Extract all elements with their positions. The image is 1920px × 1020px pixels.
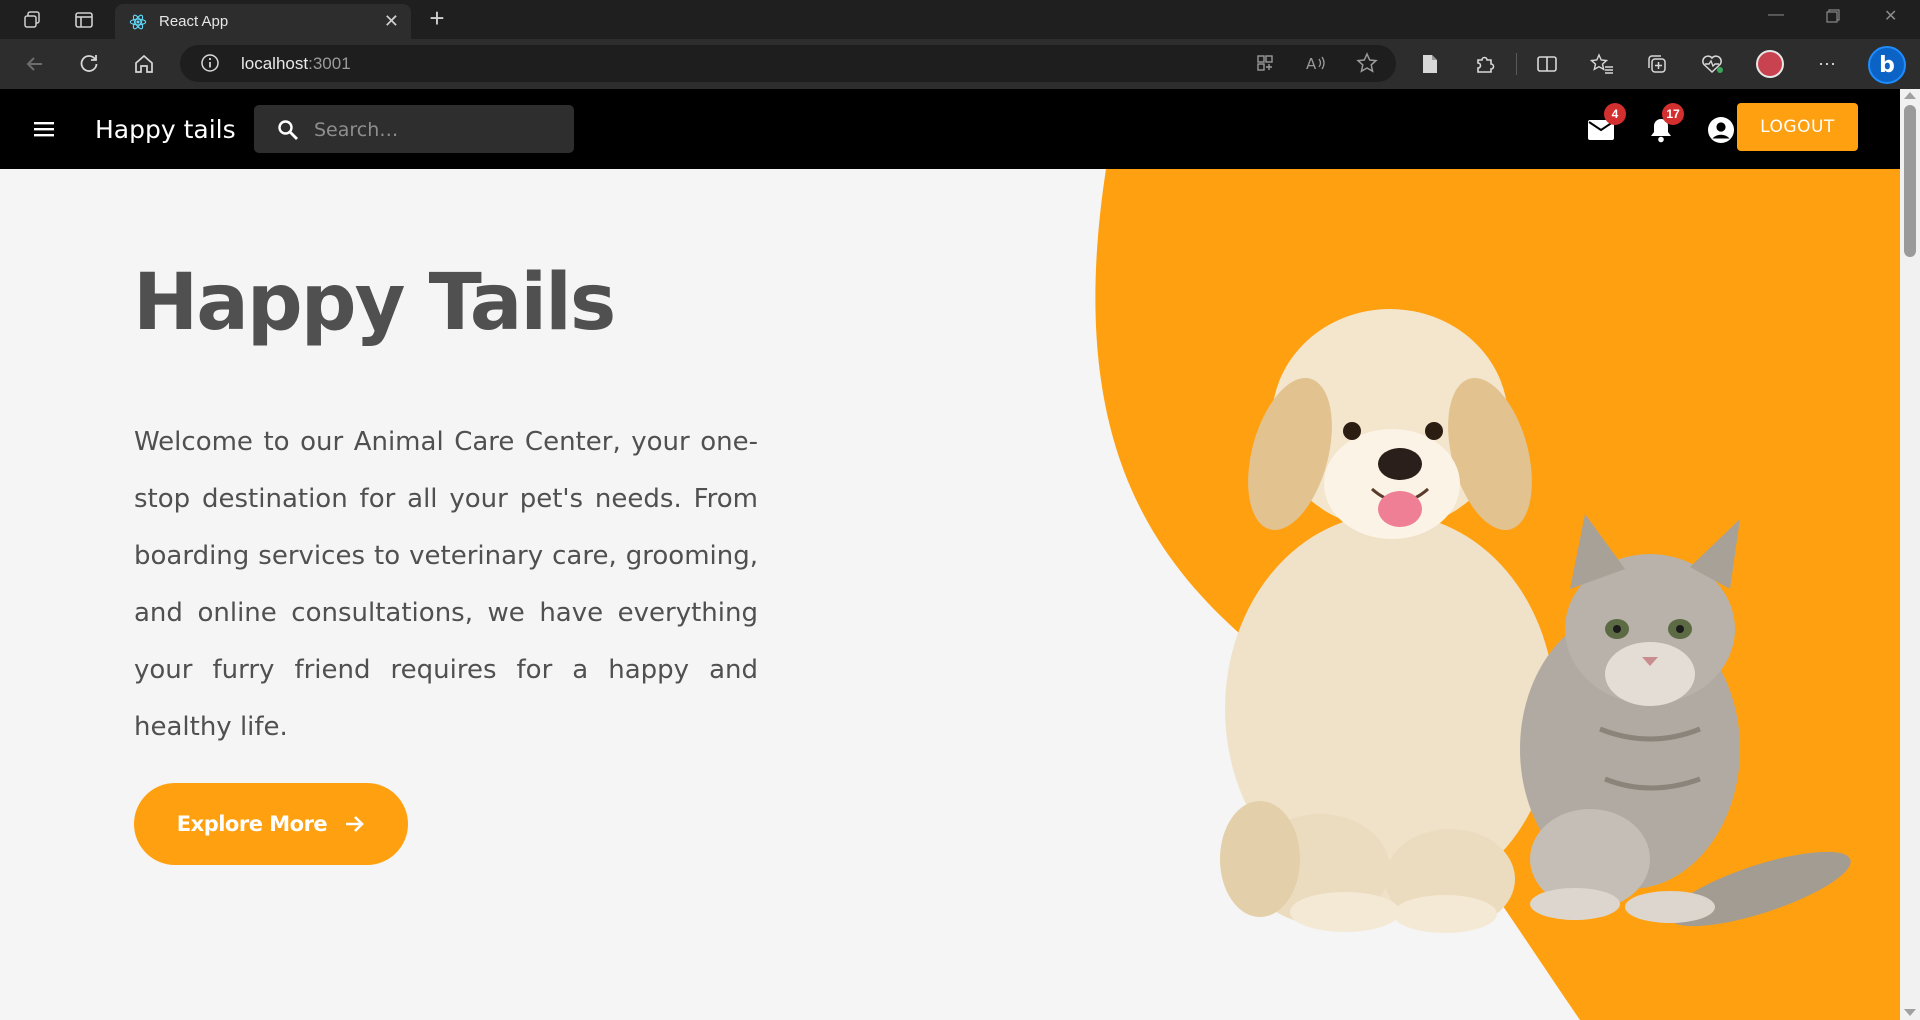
collections-icon[interactable] (1644, 51, 1670, 77)
url-port: :3001 (308, 54, 351, 73)
mail-button[interactable]: 4 (1586, 103, 1626, 145)
browser-essentials-icon[interactable] (1699, 51, 1725, 77)
notifications-button[interactable]: 17 (1646, 103, 1684, 145)
back-icon[interactable] (22, 51, 48, 77)
restore-icon[interactable] (1826, 9, 1840, 28)
app-header: Happy tails 4 17 LOGOUT (0, 89, 1900, 169)
react-logo-icon (129, 14, 147, 30)
page-scrollbar[interactable] (1900, 89, 1920, 1020)
logout-button[interactable]: LOGOUT (1737, 103, 1858, 151)
explore-more-label: Explore More (176, 812, 328, 836)
minimize-icon[interactable]: — (1768, 6, 1784, 24)
new-tab-icon[interactable]: + (422, 4, 452, 34)
url-host: localhost (241, 54, 309, 73)
explore-more-button[interactable]: Explore More (134, 783, 408, 865)
hero-title: Happy Tails (133, 258, 616, 348)
browser-tab-bar: React App ✕ + — ✕ (0, 0, 1920, 39)
home-icon[interactable] (131, 51, 157, 77)
address-bar[interactable]: localhost:3001 A (180, 45, 1396, 82)
app-available-icon[interactable] (1252, 50, 1278, 76)
read-aloud-icon[interactable]: A (1303, 50, 1329, 76)
search-input[interactable] (312, 115, 556, 145)
refresh-icon[interactable] (76, 51, 102, 77)
profile-avatar[interactable] (1756, 50, 1784, 78)
site-info-icon[interactable] (200, 53, 220, 73)
workspaces-icon[interactable] (20, 8, 44, 32)
address-url: localhost:3001 (241, 54, 351, 74)
mail-count-badge: 4 (1604, 103, 1626, 125)
arrow-right-icon (346, 816, 365, 832)
toolbar-divider (1516, 53, 1517, 75)
favorite-star-icon[interactable] (1354, 50, 1380, 76)
hero-description: Welcome to our Animal Care Center, your … (134, 427, 758, 742)
more-options-icon[interactable]: ⋯ (1814, 51, 1840, 77)
svg-text:A: A (1306, 55, 1317, 73)
document-icon[interactable] (1417, 51, 1443, 77)
split-screen-icon[interactable] (1534, 51, 1560, 77)
brand-title[interactable]: Happy tails (95, 115, 236, 144)
notification-count-badge: 17 (1662, 103, 1684, 125)
tab-actions-icon[interactable] (72, 8, 96, 32)
menu-icon[interactable] (32, 117, 56, 141)
scroll-up-arrow-icon[interactable] (1904, 92, 1916, 99)
scroll-down-arrow-icon[interactable] (1904, 1009, 1916, 1016)
hero-illustration (1095, 169, 1900, 1020)
scroll-thumb[interactable] (1904, 105, 1916, 257)
tab-title: React App (159, 13, 229, 30)
favorites-icon[interactable] (1589, 51, 1615, 77)
browser-tab[interactable]: React App ✕ (115, 4, 411, 39)
extensions-icon[interactable] (1472, 51, 1498, 77)
close-tab-icon[interactable]: ✕ (384, 11, 399, 32)
account-button[interactable] (1706, 115, 1736, 145)
account-icon (1708, 117, 1734, 143)
search-icon (278, 120, 298, 140)
browser-toolbar: localhost:3001 A ⋯ b (0, 39, 1920, 89)
search-box (254, 105, 574, 153)
close-window-icon[interactable]: ✕ (1884, 6, 1897, 26)
bing-copilot-icon[interactable]: b (1868, 46, 1906, 84)
